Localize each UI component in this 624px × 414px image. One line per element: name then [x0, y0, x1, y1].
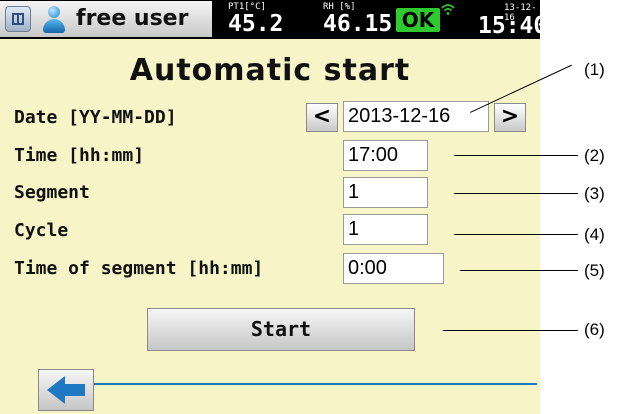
time-field[interactable]: 17:00 — [343, 140, 428, 171]
nav-divider — [94, 383, 537, 385]
user-name: free user — [76, 6, 189, 31]
segment-field[interactable]: 1 — [343, 177, 428, 208]
back-button[interactable] — [38, 369, 94, 411]
date-next-button[interactable]: > — [494, 103, 526, 132]
callout-line-6 — [443, 330, 578, 331]
start-button[interactable]: Start — [147, 308, 415, 351]
callout-line-4 — [454, 234, 578, 235]
date-prev-button[interactable]: < — [306, 103, 338, 132]
time-of-segment-field[interactable]: 0:00 — [343, 253, 444, 284]
user-icon — [42, 6, 66, 34]
callout-6: (6) — [584, 320, 605, 339]
touch-screen: free user PT1[°C] 45.2 RH [%] 46.15 OK 1… — [0, 0, 547, 414]
wifi-icon — [441, 4, 455, 15]
page-title: Automatic start — [129, 53, 411, 88]
humidity-value: 46.15 — [323, 11, 393, 37]
temperature-value: 45.2 — [228, 11, 284, 37]
back-arrow-icon — [47, 376, 85, 404]
callout-line-5 — [460, 270, 578, 271]
cycle-field[interactable]: 1 — [343, 214, 428, 245]
clock-time: 15:40 — [478, 13, 548, 39]
callout-2: (2) — [584, 146, 605, 165]
status-bar: free user PT1[°C] 45.2 RH [%] 46.15 OK 1… — [0, 0, 547, 39]
callout-4: (4) — [584, 225, 605, 244]
user-area[interactable]: free user — [0, 1, 212, 37]
ok-status-badge: OK — [396, 8, 440, 32]
cycle-label: Cycle — [14, 220, 69, 241]
callout-line-3 — [454, 193, 578, 194]
segment-label: Segment — [14, 182, 90, 203]
grid-icon[interactable] — [5, 6, 31, 32]
callout-1: (1) — [584, 60, 605, 79]
callout-5: (5) — [584, 261, 605, 280]
time-of-segment-label: Time of segment [hh:mm] — [14, 258, 264, 279]
time-label: Time [hh:mm] — [14, 145, 145, 166]
date-field[interactable]: 2013-12-16 — [343, 101, 489, 132]
callout-3: (3) — [584, 184, 605, 203]
date-label: Date [YY-MM-DD] — [14, 107, 177, 128]
callout-line-2 — [454, 155, 578, 156]
